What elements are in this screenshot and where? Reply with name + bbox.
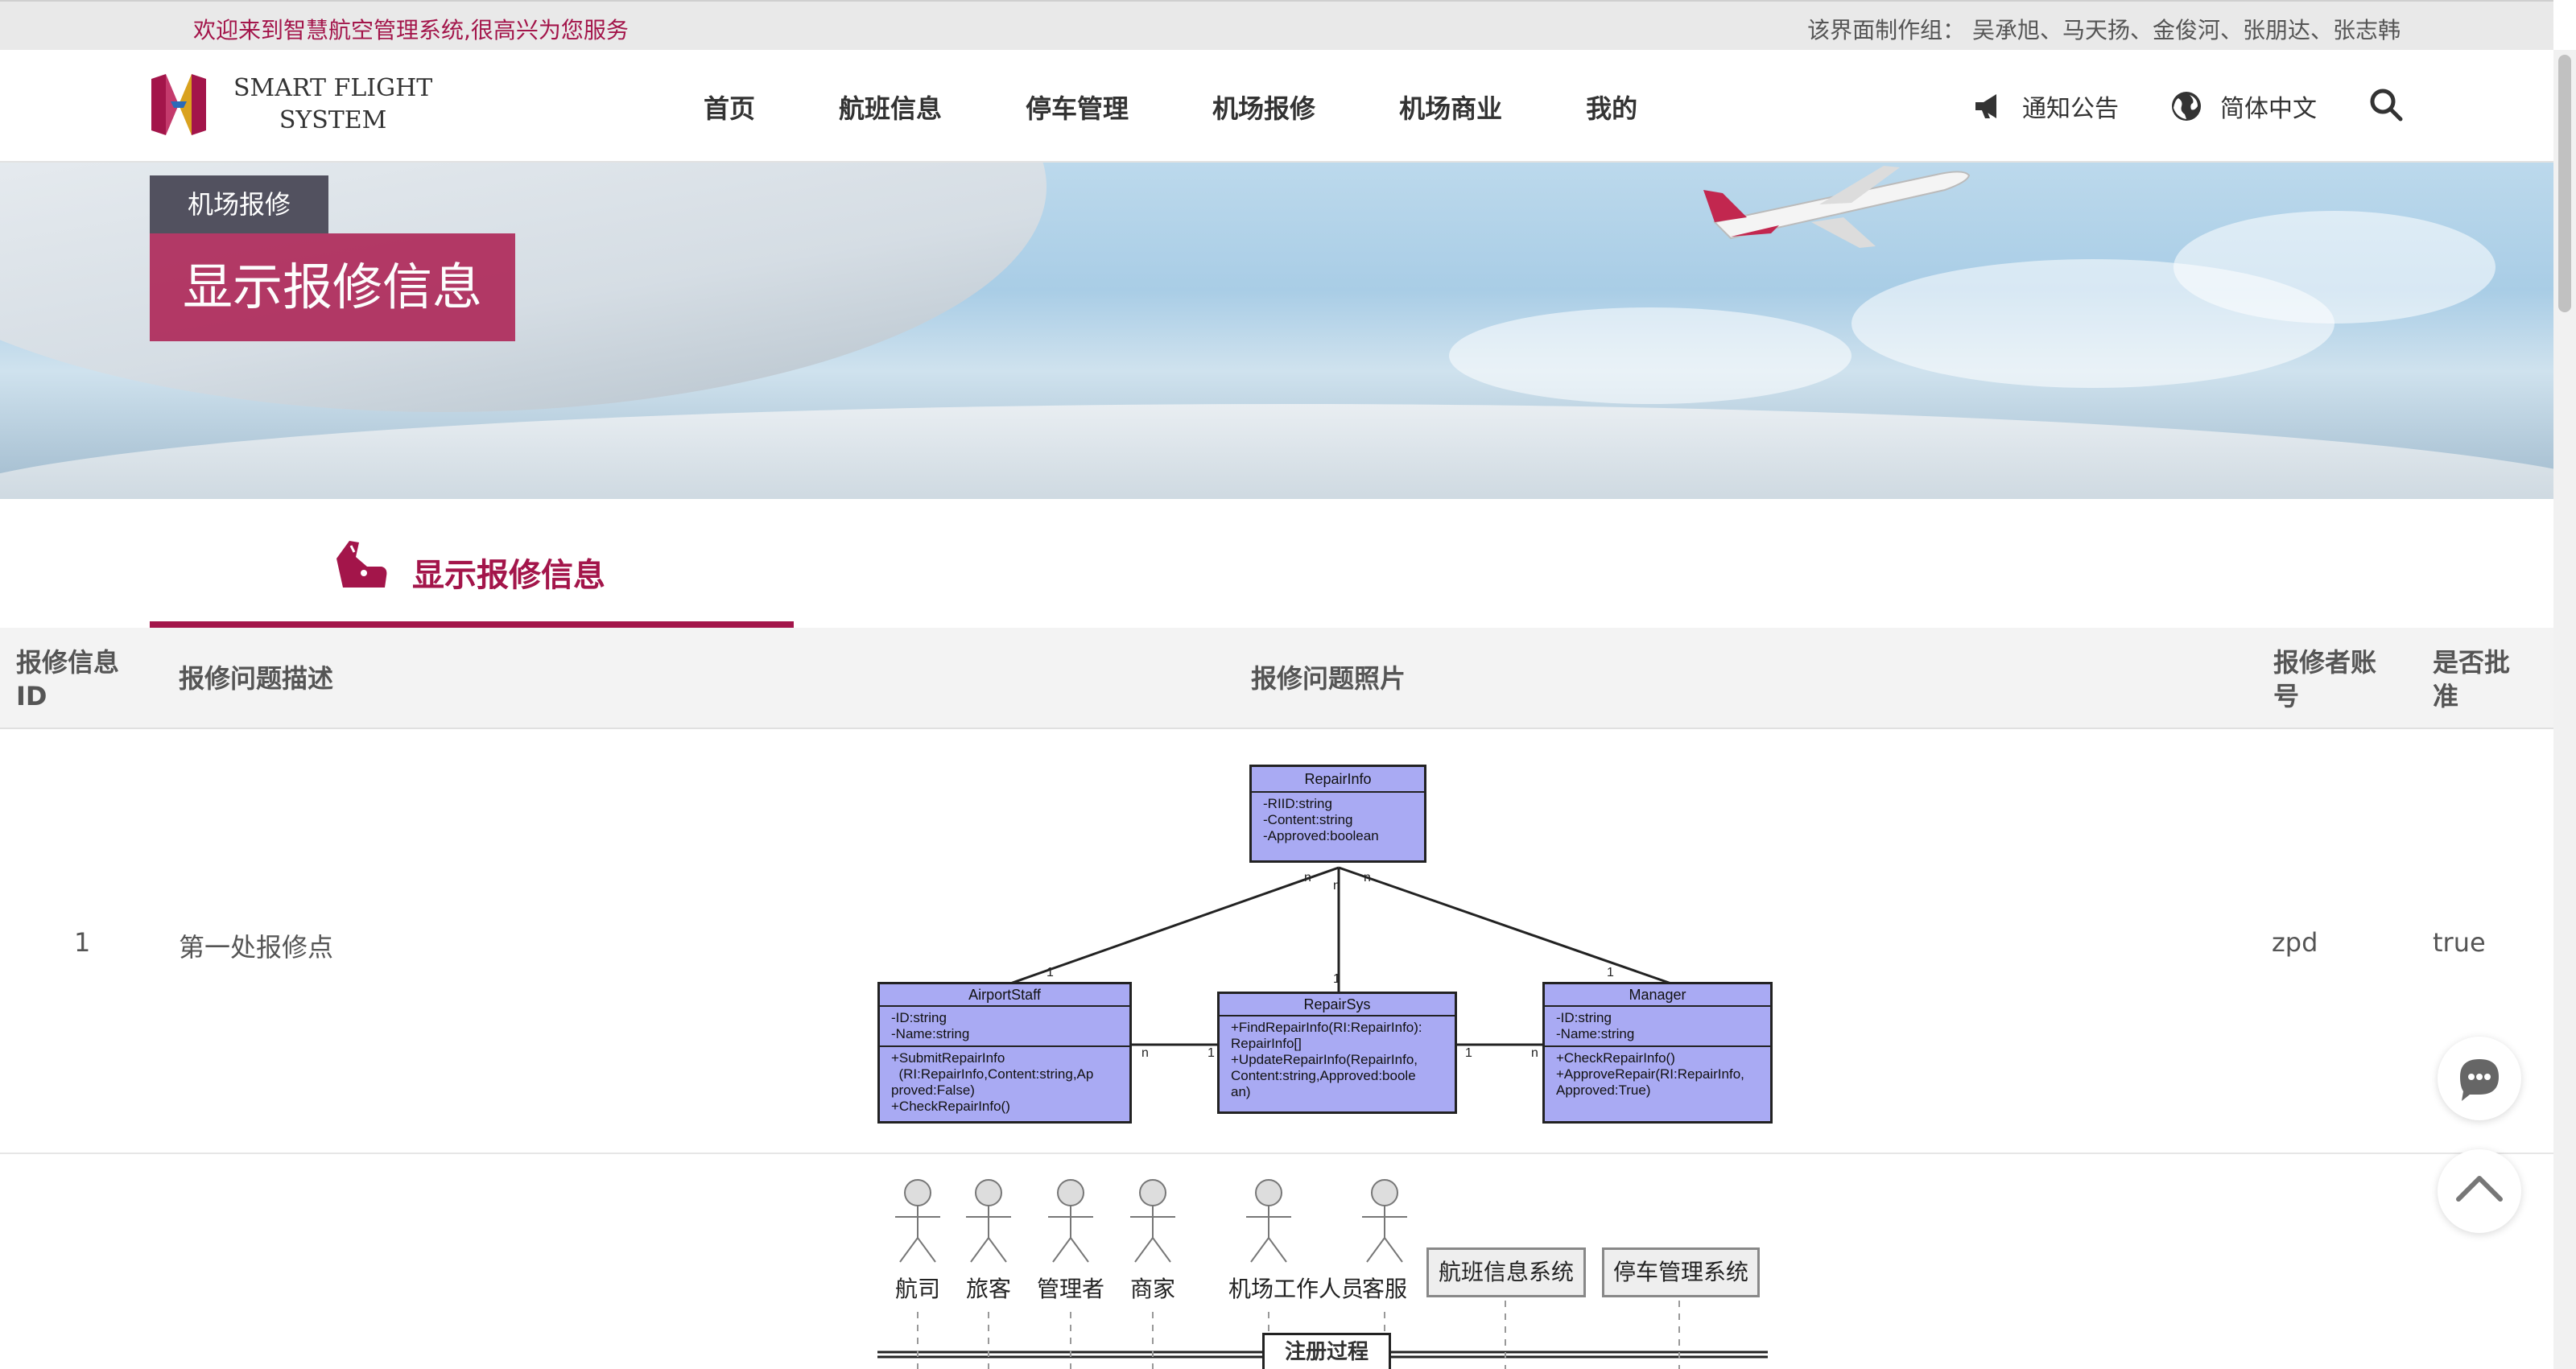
welcome-text: 欢迎来到智慧航空管理系统,很高兴为您服务	[193, 17, 629, 43]
nav-flight-info[interactable]: 航班信息	[839, 89, 942, 126]
logo-text: SMART FLIGHT SYSTEM	[233, 74, 433, 134]
chat-bubble-icon	[2460, 1059, 2499, 1101]
notice-button[interactable]: 通知公告	[1974, 89, 2119, 124]
system-flight-info: 航班信息系统	[1426, 1247, 1586, 1297]
language-selector[interactable]: 简体中文	[2170, 89, 2317, 124]
top-info-bar: 欢迎来到智慧航空管理系统,很高兴为您服务 该界面制作组： 吴承旭、马天扬、金俊河…	[0, 0, 2553, 50]
col-header-approved: 是否批准	[2433, 647, 2511, 711]
uml-class-repairsys: RepairSys +FindRepairInfo(RI:RepairInfo)…	[1217, 992, 1457, 1114]
search-icon[interactable]	[2368, 87, 2404, 122]
repair-icon	[336, 541, 387, 588]
nav-commerce[interactable]: 机场商业	[1399, 89, 1502, 126]
tab-label: 显示报修信息	[412, 557, 605, 594]
step-register: 注册过程	[1262, 1333, 1391, 1369]
nav-parking[interactable]: 停车管理	[1026, 89, 1129, 126]
col-header-description: 报修问题描述	[179, 663, 334, 694]
repair-photo-uml-diagram: RepairInfo -RIID:string -Content:string …	[877, 765, 1773, 1135]
notice-label: 通知公告	[2022, 95, 2119, 123]
chat-button[interactable]	[2438, 1037, 2521, 1120]
page-scrollbar[interactable]	[2553, 50, 2576, 1369]
cell-approved: true	[2433, 927, 2486, 958]
cell-id: 1	[74, 927, 91, 958]
airplane-image	[1703, 166, 1971, 248]
nav-repair[interactable]: 机场报修	[1212, 89, 1315, 126]
uml-class-manager: Manager -ID:string -Name:string +CheckRe…	[1542, 982, 1773, 1124]
tab-show-repair-info[interactable]: 显示报修信息	[150, 515, 794, 628]
table-header: 报修信息 ID 报修问题描述 报修问题照片 报修者账号 是否批准	[0, 628, 2553, 729]
site-header: SMART FLIGHT SYSTEM 首页 航班信息 停车管理 机场报修 机场…	[0, 50, 2553, 163]
cell-account: zpd	[2272, 927, 2318, 958]
col-header-account: 报修者账号	[2273, 647, 2377, 711]
nav-mine[interactable]: 我的	[1586, 89, 1637, 126]
scrollbar-thumb[interactable]	[2558, 55, 2571, 312]
system-parking: 停车管理系统	[1602, 1247, 1760, 1297]
back-to-top-button[interactable]	[2438, 1149, 2521, 1233]
globe-icon	[2172, 92, 2201, 121]
logo-icon[interactable]	[148, 71, 209, 138]
main-nav: 首页 航班信息 停车管理 机场报修 机场商业 我的	[704, 89, 1721, 126]
uml-class-repairinfo: RepairInfo -RIID:string -Content:string …	[1249, 765, 1426, 863]
banner-title: 显示报修信息	[150, 233, 515, 341]
chevron-up-icon	[2456, 1176, 2503, 1202]
cell-description: 第一处报修点	[179, 932, 334, 963]
megaphone-icon	[1975, 94, 1996, 118]
uml-class-airportstaff: AirportStaff -ID:string -Name:string +Su…	[877, 982, 1132, 1124]
col-header-photo: 报修问题照片	[1251, 663, 1406, 694]
repair-photo-sequence-diagram: 航司 旅客 管理者 商家 机场工作人员 客服 航班信息系统 停车管理系统 注册过…	[877, 1167, 1779, 1369]
col-header-id: 报修信息 ID	[16, 647, 120, 711]
nav-home[interactable]: 首页	[704, 89, 755, 126]
breadcrumb-label: 机场报修	[150, 175, 328, 233]
credits-text: 该界面制作组： 吴承旭、马天扬、金俊河、张朋达、张志韩	[1807, 17, 2401, 43]
language-label: 简体中文	[2220, 95, 2317, 123]
